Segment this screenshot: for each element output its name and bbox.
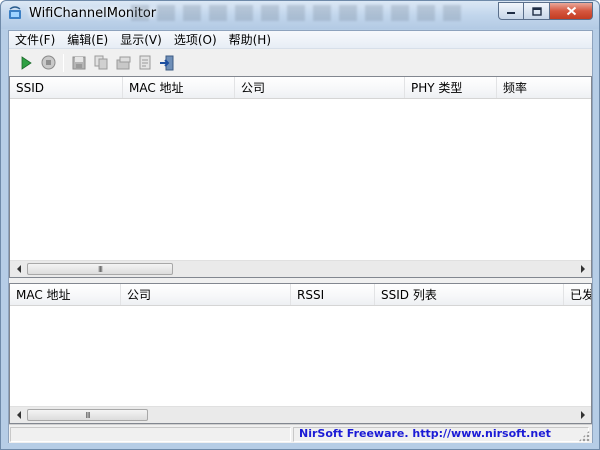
close-button[interactable] bbox=[550, 2, 593, 20]
column-header-frequency[interactable]: 频率 bbox=[497, 77, 591, 98]
column-header-phy-type[interactable]: PHY 类型 bbox=[405, 77, 497, 98]
chevron-left-icon bbox=[16, 411, 21, 419]
stop-capture-button[interactable] bbox=[37, 52, 59, 74]
column-header-mac-address[interactable]: MAC 地址 bbox=[123, 77, 235, 98]
scroll-right-arrow[interactable] bbox=[574, 261, 591, 277]
status-bar: NirSoft Freeware. http://www.nirsoft.net bbox=[9, 424, 592, 443]
minimize-icon bbox=[507, 12, 515, 14]
app-icon bbox=[9, 6, 21, 19]
maximize-button[interactable] bbox=[524, 2, 550, 20]
menu-options[interactable]: 选项(O) bbox=[168, 31, 223, 49]
close-icon bbox=[566, 6, 576, 16]
save-icon bbox=[72, 56, 86, 69]
station-list[interactable]: MAC 地址 公司 RSSI SSID 列表 已发 III bbox=[9, 283, 592, 424]
horizontal-scrollbar[interactable]: III bbox=[10, 406, 591, 423]
scroll-left-arrow[interactable] bbox=[10, 407, 27, 423]
properties-button[interactable] bbox=[112, 52, 134, 74]
maximize-icon bbox=[531, 6, 542, 16]
horizontal-scrollbar[interactable]: III bbox=[10, 260, 591, 277]
column-header-mac-address[interactable]: MAC 地址 bbox=[10, 284, 121, 305]
scroll-thumb[interactable]: III bbox=[27, 409, 148, 421]
chevron-right-icon bbox=[580, 265, 585, 273]
scroll-grip: III bbox=[85, 410, 90, 420]
access-point-list[interactable]: SSID MAC 地址 公司 PHY 类型 频率 III bbox=[9, 76, 592, 278]
column-header-ssid[interactable]: SSID bbox=[10, 77, 123, 98]
exit-button[interactable] bbox=[156, 52, 178, 74]
column-header-rssi[interactable]: RSSI bbox=[291, 284, 375, 305]
exit-icon bbox=[160, 55, 174, 70]
menu-edit[interactable]: 编辑(E) bbox=[61, 31, 114, 49]
start-capture-button[interactable] bbox=[15, 52, 37, 74]
scroll-grip: III bbox=[97, 264, 103, 274]
titlebar-background-blur bbox=[131, 5, 461, 21]
toolbar-separator bbox=[63, 53, 64, 72]
column-header-company[interactable]: 公司 bbox=[121, 284, 291, 305]
save-button[interactable] bbox=[68, 52, 90, 74]
column-header-sent[interactable]: 已发 bbox=[564, 284, 591, 305]
nirsoft-link[interactable]: NirSoft Freeware. http://www.nirsoft.net bbox=[299, 427, 551, 440]
app-window: WifiChannelMonitor 文件(F) 编辑(E) 显示(V) 选项(… bbox=[0, 0, 600, 450]
station-list-header: MAC 地址 公司 RSSI SSID 列表 已发 bbox=[10, 284, 591, 306]
title-bar[interactable]: WifiChannelMonitor bbox=[1, 1, 599, 29]
column-header-ssid-list[interactable]: SSID 列表 bbox=[375, 284, 564, 305]
report-icon bbox=[139, 55, 151, 70]
access-point-list-header: SSID MAC 地址 公司 PHY 类型 频率 bbox=[10, 77, 591, 99]
scroll-left-arrow[interactable] bbox=[10, 261, 27, 277]
copy-button[interactable] bbox=[90, 52, 112, 74]
html-report-button[interactable] bbox=[134, 52, 156, 74]
chevron-left-icon bbox=[16, 265, 21, 273]
status-panel-left bbox=[10, 427, 291, 442]
minimize-button[interactable] bbox=[498, 2, 524, 20]
chevron-right-icon bbox=[580, 411, 585, 419]
menu-file[interactable]: 文件(F) bbox=[9, 31, 61, 49]
scroll-right-arrow[interactable] bbox=[574, 407, 591, 423]
menu-help[interactable]: 帮助(H) bbox=[223, 31, 277, 49]
toolbar bbox=[9, 50, 592, 75]
properties-icon bbox=[116, 56, 130, 69]
column-header-company[interactable]: 公司 bbox=[235, 77, 405, 98]
menu-bar: 文件(F) 编辑(E) 显示(V) 选项(O) 帮助(H) bbox=[9, 31, 592, 49]
menu-view[interactable]: 显示(V) bbox=[114, 31, 168, 49]
scroll-thumb[interactable]: III bbox=[27, 263, 173, 275]
client-area: 文件(F) 编辑(E) 显示(V) 选项(O) 帮助(H) SSID MAC 地… bbox=[8, 30, 593, 443]
stop-icon bbox=[41, 55, 55, 70]
play-icon bbox=[21, 55, 32, 70]
copy-icon bbox=[94, 55, 108, 70]
